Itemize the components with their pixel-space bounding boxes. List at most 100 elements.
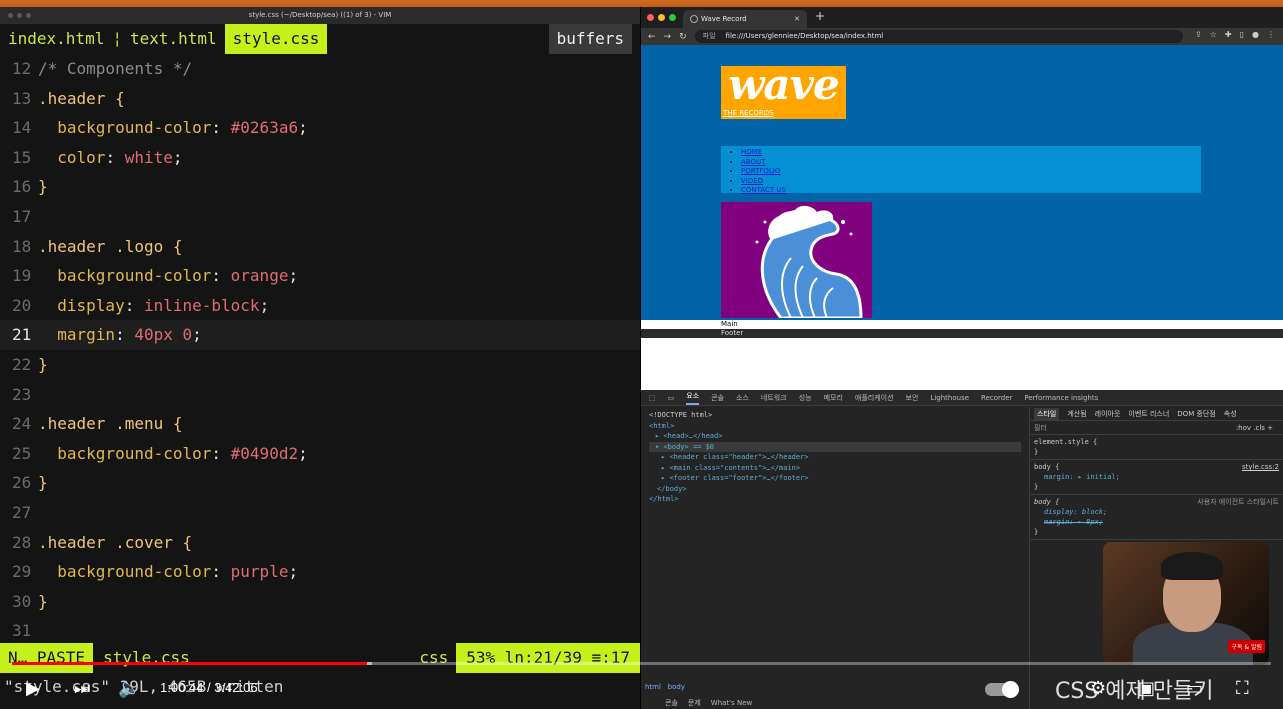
theater-icon[interactable]: ▭ [1186,678,1203,699]
code-line[interactable]: 21 margin: 40px 0; [0,320,640,350]
devtools-tab[interactable]: Lighthouse [930,394,969,402]
styles-subtab[interactable]: 계산됨 [1067,409,1086,419]
browser-tab[interactable]: Wave Record ✕ [683,10,807,28]
forward-icon[interactable]: → [664,32,672,42]
devtools-tab[interactable]: 요소 [686,391,700,405]
dom-doctype[interactable]: <!DOCTYPE html> [649,410,1021,421]
code-line[interactable]: 24 .header .menu { [0,409,640,439]
tab-style-css[interactable]: style.css [224,24,328,54]
rule-element-style[interactable]: element.style { } [1030,435,1283,460]
code-editor[interactable]: 12 /* Components */ 13 .header {14 backgrou… [0,54,640,646]
inspect-icon[interactable]: ⬚ [649,394,656,402]
line-text[interactable]: .header { [38,84,125,114]
line-text[interactable]: /* Components */ [38,54,192,84]
extensions-icon[interactable]: ✚ [1225,30,1232,39]
rule-source-link[interactable]: style.css:2 [1242,462,1279,472]
devtools-tab[interactable]: 네트워크 [761,393,787,403]
code-line[interactable]: 15 color: white; [0,143,640,173]
code-line[interactable]: 23 [0,380,640,410]
autoplay-toggle[interactable] [985,681,1019,698]
new-tab-button[interactable]: + [815,9,825,23]
devtools-tab[interactable]: 콘솔 [711,393,724,403]
menu-link-portfolio[interactable]: PORTFOLIO [741,167,1201,177]
dom-head[interactable]: ▸ <head>…</head> [649,431,1021,442]
site-logo[interactable]: wave THE RECORDS [721,60,846,119]
devtools-tab[interactable]: Recorder [981,394,1012,402]
line-text[interactable]: background-color: #0490d2; [38,439,307,469]
styles-filter[interactable]: 필터 :hov .cls + [1030,421,1283,435]
close-tab-icon[interactable]: ✕ [794,10,800,28]
share-icon[interactable]: ⇪ [1195,30,1202,39]
code-line[interactable]: 20 display: inline-block; [0,291,640,321]
menu-kebab-icon[interactable]: ⋮ [1267,30,1275,39]
line-text[interactable]: .header .logo { [38,232,183,262]
line-text[interactable]: .header .cover { [38,528,192,558]
reload-icon[interactable]: ↻ [679,32,687,42]
code-line[interactable]: 31 [0,616,640,646]
volume-icon[interactable]: 🔈 [118,678,140,699]
line-text[interactable]: } [38,587,48,617]
sidepanel-icon[interactable]: ▯ [1240,30,1244,39]
profile-avatar-icon[interactable]: ● [1252,30,1259,39]
code-line[interactable]: 13 .header { [0,84,640,114]
window-controls[interactable] [8,13,31,18]
code-line[interactable]: 26} [0,468,640,498]
tab-text-html[interactable]: text.html [122,24,225,54]
dom-html-close[interactable]: </html> [649,494,1021,505]
devtools-tab[interactable]: 성능 [799,393,812,403]
settings-gear-icon[interactable]: ⚙ [1090,678,1106,699]
dom-html-open[interactable]: <html> [649,421,1021,432]
code-line[interactable]: 27 [0,498,640,528]
line-text[interactable]: display: inline-block; [38,291,269,321]
code-line[interactable]: 16} [0,172,640,202]
line-text[interactable]: margin: 40px 0; [38,320,202,350]
code-line[interactable]: 18 .header .logo { [0,232,640,262]
menu-link-home[interactable]: HOME [741,148,1201,158]
menu-link-contact[interactable]: CONTACT US [741,186,1201,196]
next-icon[interactable]: ⏭ [74,678,90,699]
code-line[interactable]: 30} [0,587,640,617]
code-line[interactable]: 25 background-color: #0490d2; [0,439,640,469]
subscribe-badge[interactable]: 구독 & 알림 [1228,640,1265,653]
rule-body-author[interactable]: body { style.css:2 margin: ▸ initial; } [1030,460,1283,495]
line-text[interactable]: background-color: purple; [38,557,298,587]
line-text[interactable]: color: white; [38,143,182,173]
devtools-tab[interactable]: 애플리케이션 [855,393,894,403]
line-text[interactable]: } [38,172,48,202]
tab-index-html[interactable]: index.html [0,24,112,54]
styles-subtab[interactable]: 속성 [1224,409,1237,419]
play-icon[interactable]: ▶ [26,678,40,699]
dom-body-close[interactable]: </body> [649,484,1021,495]
filter-tools[interactable]: :hov .cls + [1236,421,1273,435]
menu-link-about[interactable]: ABOUT [741,158,1201,168]
dom-body-selected[interactable]: ▾ <body> == $0 [649,441,1021,452]
logo-subtitle[interactable]: THE RECORDS [723,109,774,117]
devtools-tab[interactable]: 소스 [736,393,749,403]
styles-subtab[interactable]: DOM 중단점 [1177,409,1216,419]
dom-footer[interactable]: ▸ <footer class="footer">…</footer> [649,473,1021,484]
code-line[interactable]: 17 [0,202,640,232]
window-controls[interactable] [647,14,676,21]
code-line[interactable]: 29 background-color: purple; [0,557,640,587]
device-icon[interactable]: ▭ [668,394,675,402]
devtools-tab[interactable]: 보안 [906,393,919,403]
styles-subtab[interactable]: 이벤트 리스너 [1128,409,1169,419]
line-text[interactable]: .header .menu { [38,409,183,439]
address-bar[interactable]: 파일 file:///Users/glenniee/Desktop/sea/in… [694,30,1183,43]
dom-main[interactable]: ▸ <main class="contents">…</main> [649,463,1021,474]
code-line[interactable]: 19 background-color: orange; [0,261,640,291]
fullscreen-icon[interactable]: ⛶ [1236,678,1249,699]
line-text[interactable]: background-color: #0263a6; [38,113,307,143]
line-text[interactable]: } [38,468,48,498]
styles-subtab[interactable]: 스타일 [1034,407,1060,420]
code-line[interactable]: 22} [0,350,640,380]
rule-body-margin[interactable]: margin: ▸ initial; [1034,472,1279,482]
code-line[interactable]: 14 background-color: #0263a6; [0,113,640,143]
line-text[interactable]: background-color: orange; [38,261,298,291]
miniplayer-icon[interactable]: ▣ [1138,678,1155,699]
back-icon[interactable]: ← [648,32,656,42]
styles-subtab[interactable]: 레이아웃 [1095,409,1121,419]
dom-header[interactable]: ▸ <header class="header">…</header> [649,452,1021,463]
video-progress-bar[interactable] [12,662,1271,665]
menu-link-video[interactable]: VIDEO [741,177,1201,187]
